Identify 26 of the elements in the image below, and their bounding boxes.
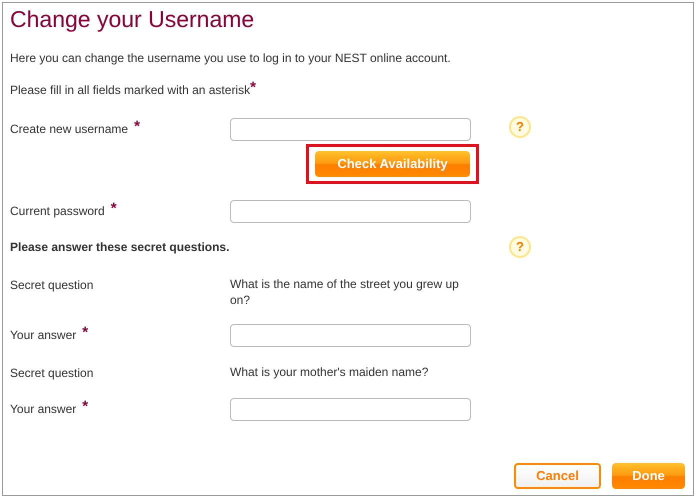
done-button[interactable]: Done [612,463,685,489]
required-asterisk: * [250,78,256,98]
question-text: What is the name of the street you grew up on? [230,276,460,308]
field-label: Current password [10,202,105,220]
field-label: Your answer [10,400,76,418]
input-field[interactable] [230,398,471,420]
section-heading: Please answer these secret questions. [10,238,230,256]
field-label: Create new username [10,120,128,138]
check-availability-button[interactable]: Check Availability [315,150,470,176]
required-asterisk: * [110,198,117,218]
page-title: Change your Username [10,5,256,33]
input-field[interactable] [230,324,471,346]
question-label: Secret question [10,276,94,294]
intro-text: Here you can change the username you use to log in to your NEST online account. [10,50,452,67]
question-text: What is your mother's maiden name? [230,364,430,380]
required-asterisk: * [82,396,88,416]
question-label: Secret question [10,364,94,382]
input-field[interactable] [230,118,471,140]
help-icon[interactable]: ? [509,116,531,138]
field-label: Your answer [10,326,76,344]
help-icon[interactable]: ? [509,236,531,258]
required-asterisk: * [134,116,140,136]
required-note: Please fill in all fields marked with an asterisk [10,83,250,99]
input-field[interactable] [230,200,471,222]
required-asterisk: * [82,322,88,342]
cancel-button[interactable]: Cancel [514,463,601,489]
